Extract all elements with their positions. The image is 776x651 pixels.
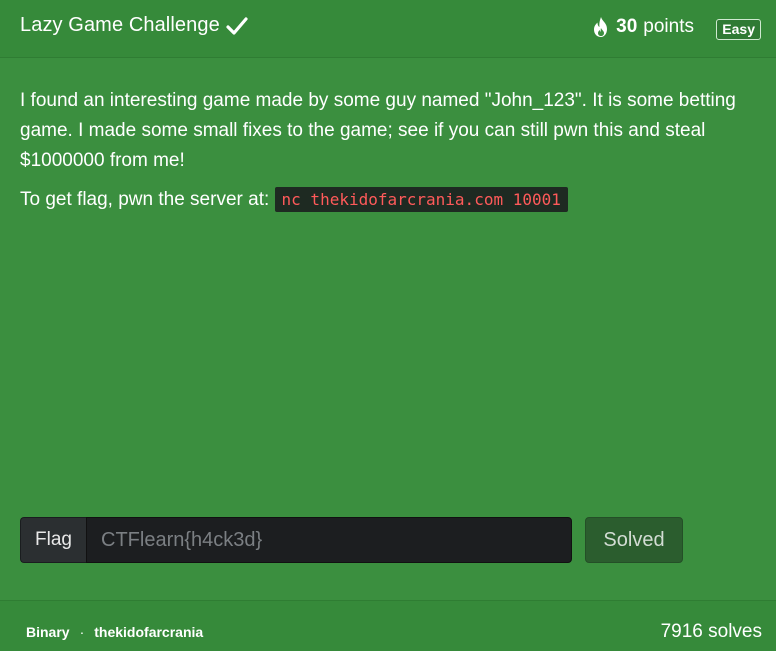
author-link[interactable]: thekidofarcrania xyxy=(94,624,203,640)
points-label: points xyxy=(643,16,694,37)
challenge-description: I found an interesting game made by some… xyxy=(20,90,736,171)
fire-icon xyxy=(592,16,610,38)
flag-label: Flag xyxy=(20,517,86,563)
card-header: Lazy Game Challenge 30 points Easy xyxy=(0,0,776,58)
challenge-card: Lazy Game Challenge 30 points Easy I fou… xyxy=(0,0,776,651)
challenge-title: Lazy Game Challenge xyxy=(20,14,220,36)
title-group: Lazy Game Challenge xyxy=(20,14,248,37)
flag-input[interactable] xyxy=(86,517,572,563)
difficulty-badge: Easy xyxy=(716,19,761,40)
card-footer: Binary · thekidofarcrania 7916 solves xyxy=(0,600,776,651)
flag-form: Flag Solved xyxy=(20,517,683,563)
footer-meta: Binary · thekidofarcrania xyxy=(26,624,203,640)
server-command: nc thekidofarcrania.com 10001 xyxy=(274,187,568,212)
server-prefix: To get flag, pwn the server at: xyxy=(20,189,270,210)
points-display: 30 points xyxy=(592,16,694,38)
server-line: To get flag, pwn the server at: nc theki… xyxy=(20,185,762,215)
solves-count: 7916 solves xyxy=(660,621,762,642)
points-value: 30 xyxy=(616,16,638,37)
check-icon xyxy=(226,16,248,36)
category-link[interactable]: Binary xyxy=(26,624,70,640)
solved-button[interactable]: Solved xyxy=(585,517,683,563)
footer-separator: · xyxy=(79,624,85,640)
challenge-body: I found an interesting game made by some… xyxy=(20,86,762,215)
